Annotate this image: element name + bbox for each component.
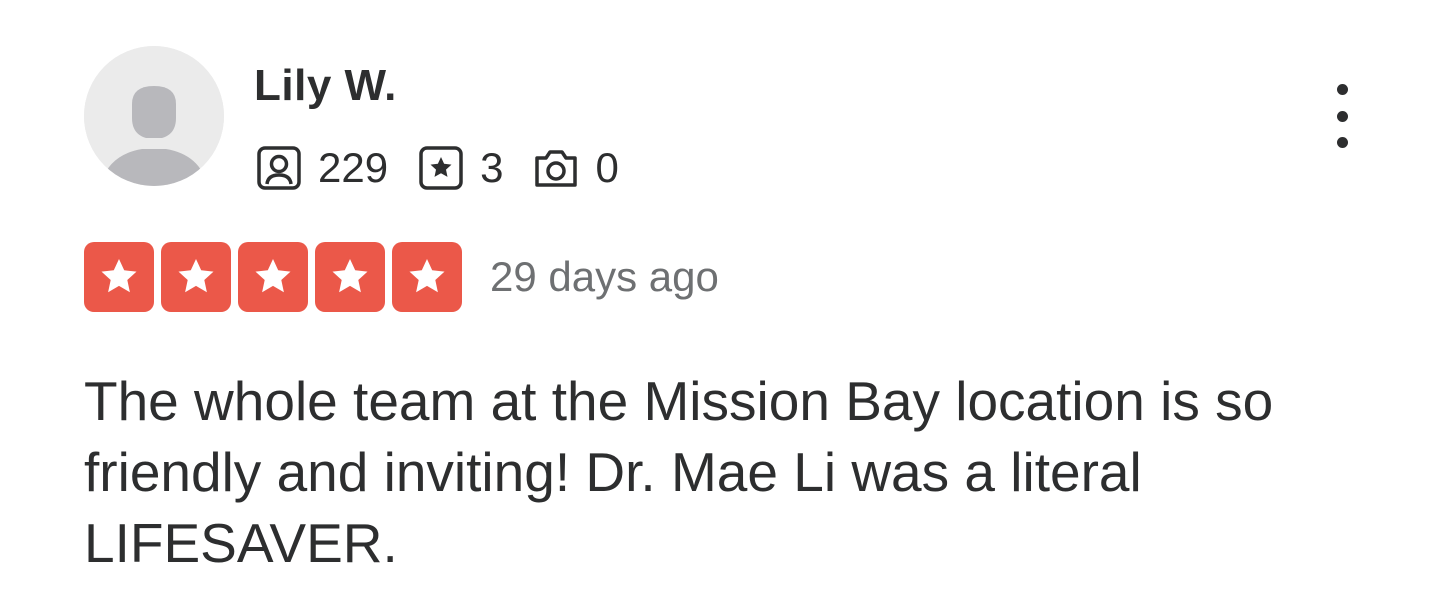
user-stats: 229 3 0 bbox=[256, 140, 649, 196]
rating-star bbox=[161, 242, 231, 312]
user-name[interactable]: Lily W. bbox=[254, 58, 397, 114]
star-icon bbox=[409, 259, 445, 293]
star-icon bbox=[255, 259, 291, 293]
rating-star bbox=[392, 242, 462, 312]
default-user-avatar-icon bbox=[84, 46, 224, 186]
friends-count: 229 bbox=[318, 144, 389, 191]
star-icon bbox=[178, 259, 214, 293]
user-avatar[interactable] bbox=[84, 46, 224, 186]
star-rating bbox=[84, 242, 469, 312]
star-icon bbox=[101, 259, 137, 293]
review-card: Lily W. 229 3 0 29 days ago The whole te… bbox=[0, 0, 1440, 594]
friends-stat: 229 bbox=[256, 140, 388, 196]
photos-count: 0 bbox=[595, 144, 619, 191]
rating-star bbox=[84, 242, 154, 312]
review-date: 29 days ago bbox=[490, 253, 719, 300]
more-options-button[interactable] bbox=[1322, 84, 1362, 148]
rating-star bbox=[315, 242, 385, 312]
reviews-stat: 3 bbox=[418, 140, 503, 196]
review-star-icon bbox=[418, 145, 464, 191]
more-options-icon bbox=[1336, 84, 1348, 95]
photos-stat: 0 bbox=[533, 140, 619, 196]
camera-icon bbox=[533, 145, 579, 191]
more-options-icon bbox=[1336, 110, 1348, 122]
more-options-icon bbox=[1336, 137, 1348, 148]
star-icon bbox=[332, 259, 368, 293]
review-text: The whole team at the Mission Bay locati… bbox=[84, 370, 1274, 574]
reviews-count: 3 bbox=[480, 144, 504, 191]
rating-star bbox=[238, 242, 308, 312]
friends-icon bbox=[256, 145, 302, 191]
